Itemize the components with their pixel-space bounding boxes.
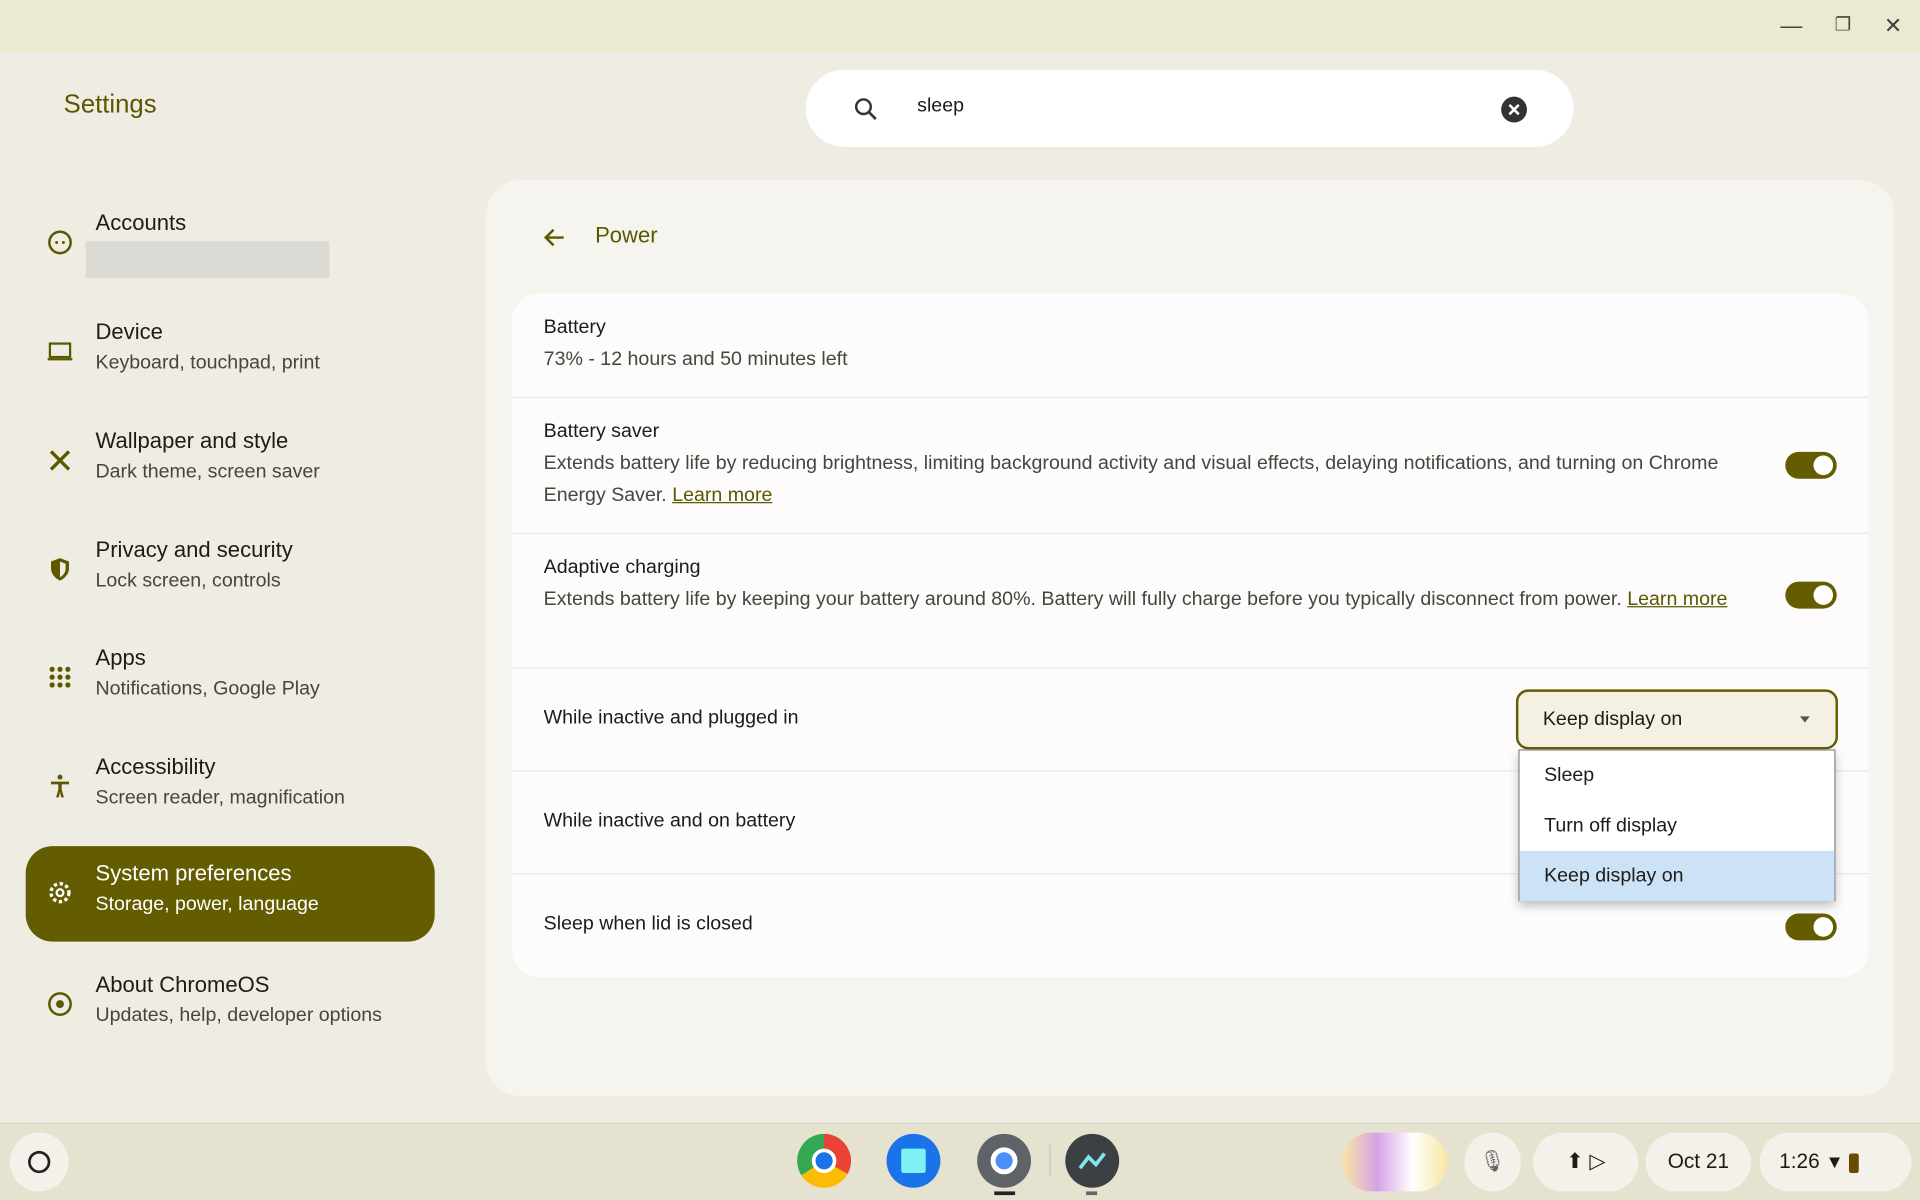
search-icon [854, 98, 877, 121]
battery-saver-title: Battery saver [543, 421, 660, 443]
sidebar-item-subtitle: Storage, power, language [95, 893, 319, 915]
sidebar-item-title: Accessibility [95, 754, 216, 779]
restore-icon[interactable]: ❐ [1829, 12, 1856, 39]
shield-icon [47, 556, 74, 583]
sidebar-item-subtitle: Keyboard, touchpad, print [95, 352, 320, 374]
clock: 1:26 [1779, 1149, 1820, 1174]
files-app-icon[interactable] [886, 1133, 941, 1188]
app-title: Settings [63, 90, 157, 119]
sidebar-item-subtitle: Lock screen, controls [95, 570, 281, 592]
sidebar-item-about[interactable]: About ChromeOS Updates, help, developer … [26, 958, 435, 1054]
sidebar-item-subtitle: Dark theme, screen saver [95, 461, 320, 483]
search-box[interactable]: sleep [805, 69, 1574, 147]
launcher-button[interactable] [9, 1132, 69, 1192]
plugged-in-select[interactable]: Keep display on [1515, 689, 1838, 750]
adaptive-charging-title: Adaptive charging [543, 557, 701, 578]
gear-icon [47, 879, 74, 906]
select-value: Keep display on [1542, 708, 1683, 730]
date-button[interactable]: Oct 21 [1645, 1132, 1752, 1192]
lid-label: Sleep when lid is closed [543, 913, 753, 935]
battery-saver-toggle[interactable] [1785, 451, 1837, 479]
adaptive-charging-toggle[interactable] [1785, 581, 1837, 609]
sidebar-item-title: Accounts [95, 210, 187, 236]
wifi-icon: ▼ [1825, 1152, 1844, 1174]
sidebar-item-subtitle: Notifications, Google Play [95, 678, 320, 700]
minimize-icon[interactable]: — [1778, 12, 1805, 39]
close-icon[interactable]: ✕ [1880, 12, 1907, 39]
sidebar-item-accessibility[interactable]: Accessibility Screen reader, magnificati… [26, 740, 435, 836]
sidebar-item-title: Device [95, 319, 163, 345]
battery-row: Battery 73% - 12 hours and 50 minutes le… [511, 294, 1869, 398]
diagnostics-app-icon[interactable] [1065, 1133, 1120, 1188]
holding-space-thumbnail[interactable] [1342, 1132, 1448, 1192]
sidebar-item-subtitle: Updates, help, developer options [95, 1005, 382, 1027]
accessibility-icon [47, 773, 74, 800]
sidebar-item-system-preferences[interactable]: System preferences Storage, power, langu… [25, 846, 435, 942]
running-indicator [1086, 1191, 1098, 1196]
sidebar-item-title: Wallpaper and style [95, 428, 289, 454]
learn-more-link[interactable]: Learn more [1627, 589, 1727, 610]
apps-grid-icon [47, 664, 74, 691]
system-tray[interactable]: 1:26 ▼ [1759, 1132, 1912, 1192]
upload-icon: ⬆ [1566, 1149, 1584, 1174]
option-sleep[interactable]: Sleep [1520, 751, 1835, 801]
back-arrow-icon[interactable] [541, 224, 568, 251]
option-keep-display-on[interactable]: Keep display on [1519, 851, 1835, 902]
on-battery-label: While inactive and on battery [543, 810, 796, 832]
laptop-icon [47, 338, 74, 365]
page-title: Power [595, 222, 658, 248]
sidebar-item-wallpaper[interactable]: Wallpaper and style Dark theme, screen s… [26, 414, 435, 510]
sidebar-item-privacy[interactable]: Privacy and security Lock screen, contro… [26, 523, 435, 619]
chevron-down-icon [1800, 716, 1810, 723]
learn-more-link[interactable]: Learn more [672, 485, 772, 506]
sidebar-item-title: Apps [95, 645, 146, 670]
adaptive-charging-row: Adaptive charging Extends battery life b… [511, 534, 1869, 669]
play-store-icon: ▷ [1589, 1149, 1606, 1174]
chromeos-icon [47, 991, 74, 1018]
settings-app-icon[interactable] [977, 1133, 1032, 1188]
microphone-icon[interactable]: 🎙 [1464, 1132, 1521, 1192]
clear-search-icon[interactable] [1500, 96, 1528, 124]
palette-icon [47, 447, 74, 474]
plugged-in-label: While inactive and plugged in [543, 707, 799, 729]
title-bar [0, 0, 1920, 52]
redacted-account [85, 241, 330, 278]
battery-saver-row: Battery saver Extends battery life by re… [511, 398, 1869, 534]
sidebar-item-title: About ChromeOS [95, 972, 270, 997]
sidebar-item-apps[interactable]: Apps Notifications, Google Play [26, 631, 435, 727]
sidebar-item-title: Privacy and security [95, 537, 293, 563]
sidebar-item-accounts[interactable]: Accounts [26, 196, 435, 292]
select-dropdown-menu: Sleep Turn off display Keep display on [1518, 749, 1836, 902]
lid-toggle[interactable] [1785, 913, 1837, 941]
search-input[interactable]: sleep [917, 96, 964, 118]
adaptive-charging-desc: Extends battery life by keeping your bat… [543, 588, 1622, 610]
chrome-app-icon[interactable] [797, 1133, 852, 1188]
running-indicator [994, 1191, 1016, 1196]
account-face-icon [47, 229, 74, 256]
sidebar-item-title: System preferences [95, 860, 292, 886]
sidebar-item-subtitle: Screen reader, magnification [95, 787, 345, 809]
shelf-divider [1049, 1144, 1051, 1177]
battery-title: Battery [543, 317, 606, 338]
battery-icon [1849, 1152, 1860, 1173]
status-icons[interactable]: ⬆ ▷ [1533, 1132, 1639, 1192]
sidebar-item-device[interactable]: Device Keyboard, touchpad, print [26, 305, 435, 401]
battery-status: 73% - 12 hours and 50 minutes left [543, 348, 848, 370]
option-turn-off-display[interactable]: Turn off display [1520, 801, 1835, 851]
